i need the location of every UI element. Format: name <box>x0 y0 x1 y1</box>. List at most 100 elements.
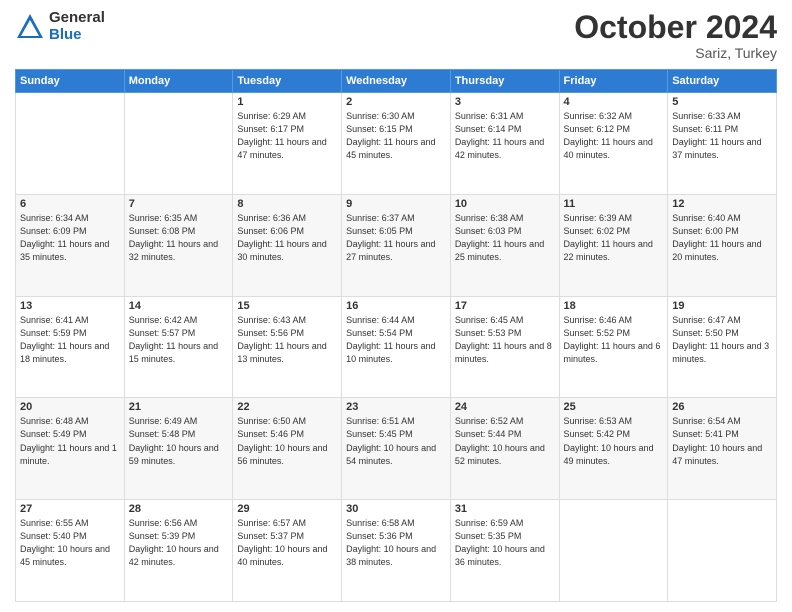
day-number: 19 <box>672 300 772 312</box>
day-info: Sunrise: 6:54 AMSunset: 5:41 PMDaylight:… <box>672 415 772 467</box>
col-thursday: Thursday <box>450 70 559 93</box>
week-row-5: 27Sunrise: 6:55 AMSunset: 5:40 PMDayligh… <box>16 500 777 602</box>
day-info: Sunrise: 6:55 AMSunset: 5:40 PMDaylight:… <box>20 517 120 569</box>
calendar-cell: 20Sunrise: 6:48 AMSunset: 5:49 PMDayligh… <box>16 398 125 500</box>
logo: General Blue <box>15 10 105 43</box>
day-info: Sunrise: 6:45 AMSunset: 5:53 PMDaylight:… <box>455 314 555 366</box>
header: General Blue October 2024 Sariz, Turkey <box>15 10 777 61</box>
day-info: Sunrise: 6:31 AMSunset: 6:14 PMDaylight:… <box>455 110 555 162</box>
day-number: 25 <box>564 401 664 413</box>
calendar-cell: 15 Sunrise: 6:43 AMSunset: 5:56 PMDayligh… <box>233 296 342 398</box>
day-info: Sunrise: 6:33 AMSunset: 6:11 PMDaylight:… <box>672 110 772 162</box>
calendar-cell: 21 Sunrise: 6:49 AMSunset: 5:48 PMDayligh… <box>124 398 233 500</box>
calendar-cell: 10 Sunrise: 6:38 AMSunset: 6:03 PMDayligh… <box>450 194 559 296</box>
day-number: 22 <box>237 401 337 413</box>
col-tuesday: Tuesday <box>233 70 342 93</box>
day-info: Sunrise: 6:34 AMSunset: 6:09 PMDaylight:… <box>20 212 120 264</box>
day-number: 7 <box>129 198 229 210</box>
day-number: 3 <box>455 96 555 108</box>
calendar-cell: 31 Sunrise: 6:59 AMSunset: 5:35 PMDayligh… <box>450 500 559 602</box>
day-info: Sunrise: 6:41 AMSunset: 5:59 PMDaylight:… <box>20 314 120 366</box>
calendar-cell: 2 Sunrise: 6:30 AMSunset: 6:15 PMDaylight… <box>342 93 451 195</box>
day-number: 4 <box>564 96 664 108</box>
header-row: Sunday Monday Tuesday Wednesday Thursday… <box>16 70 777 93</box>
day-info: Sunrise: 6:51 AMSunset: 5:45 PMDaylight:… <box>346 415 446 467</box>
calendar-cell: 1Sunrise: 6:29 AMSunset: 6:17 PMDaylight… <box>233 93 342 195</box>
day-number: 30 <box>346 503 446 515</box>
day-number: 26 <box>672 401 772 413</box>
calendar-cell: 16 Sunrise: 6:44 AMSunset: 5:54 PMDayligh… <box>342 296 451 398</box>
day-info: Sunrise: 6:42 AMSunset: 5:57 PMDaylight:… <box>129 314 229 366</box>
day-info: Sunrise: 6:29 AMSunset: 6:17 PMDaylight:… <box>237 110 337 162</box>
day-number: 6 <box>20 198 120 210</box>
day-number: 5 <box>672 96 772 108</box>
day-info: Sunrise: 6:38 AMSunset: 6:03 PMDaylight:… <box>455 212 555 264</box>
day-info: Sunrise: 6:36 AMSunset: 6:06 PMDaylight:… <box>237 212 337 264</box>
logo-text: General Blue <box>49 10 105 43</box>
day-info: Sunrise: 6:43 AMSunset: 5:56 PMDaylight:… <box>237 314 337 366</box>
calendar-cell: 3 Sunrise: 6:31 AMSunset: 6:14 PMDaylight… <box>450 93 559 195</box>
calendar-cell: 8 Sunrise: 6:36 AMSunset: 6:06 PMDaylight… <box>233 194 342 296</box>
page: General Blue October 2024 Sariz, Turkey … <box>0 0 792 612</box>
day-info: Sunrise: 6:44 AMSunset: 5:54 PMDaylight:… <box>346 314 446 366</box>
calendar-cell: 26 Sunrise: 6:54 AMSunset: 5:41 PMDayligh… <box>668 398 777 500</box>
calendar-cell: 12Sunrise: 6:40 AMSunset: 6:00 PMDayligh… <box>668 194 777 296</box>
day-info: Sunrise: 6:56 AMSunset: 5:39 PMDaylight:… <box>129 517 229 569</box>
day-number: 9 <box>346 198 446 210</box>
calendar-cell <box>559 500 668 602</box>
calendar-table: Sunday Monday Tuesday Wednesday Thursday… <box>15 69 777 602</box>
logo-icon <box>15 12 45 42</box>
calendar-cell: 7 Sunrise: 6:35 AMSunset: 6:08 PMDaylight… <box>124 194 233 296</box>
day-number: 16 <box>346 300 446 312</box>
day-info: Sunrise: 6:46 AMSunset: 5:52 PMDaylight:… <box>564 314 664 366</box>
day-number: 13 <box>20 300 120 312</box>
day-number: 31 <box>455 503 555 515</box>
day-number: 10 <box>455 198 555 210</box>
day-info: Sunrise: 6:59 AMSunset: 5:35 PMDaylight:… <box>455 517 555 569</box>
day-number: 17 <box>455 300 555 312</box>
day-info: Sunrise: 6:37 AMSunset: 6:05 PMDaylight:… <box>346 212 446 264</box>
calendar-cell: 6 Sunrise: 6:34 AMSunset: 6:09 PMDaylight… <box>16 194 125 296</box>
calendar-cell: 9 Sunrise: 6:37 AMSunset: 6:05 PMDaylight… <box>342 194 451 296</box>
calendar-cell: 28 Sunrise: 6:56 AMSunset: 5:39 PMDayligh… <box>124 500 233 602</box>
week-row-1: 1Sunrise: 6:29 AMSunset: 6:17 PMDaylight… <box>16 93 777 195</box>
day-info: Sunrise: 6:30 AMSunset: 6:15 PMDaylight:… <box>346 110 446 162</box>
day-number: 14 <box>129 300 229 312</box>
col-saturday: Saturday <box>668 70 777 93</box>
day-info: Sunrise: 6:49 AMSunset: 5:48 PMDaylight:… <box>129 415 229 467</box>
day-number: 12 <box>672 198 772 210</box>
day-number: 15 <box>237 300 337 312</box>
calendar-cell: 22 Sunrise: 6:50 AMSunset: 5:46 PMDayligh… <box>233 398 342 500</box>
day-number: 23 <box>346 401 446 413</box>
day-number: 8 <box>237 198 337 210</box>
day-number: 24 <box>455 401 555 413</box>
calendar-cell: 23 Sunrise: 6:51 AMSunset: 5:45 PMDayligh… <box>342 398 451 500</box>
day-number: 29 <box>237 503 337 515</box>
day-number: 11 <box>564 198 664 210</box>
month-title: October 2024 <box>574 10 777 45</box>
subtitle: Sariz, Turkey <box>574 45 777 61</box>
day-info: Sunrise: 6:35 AMSunset: 6:08 PMDaylight:… <box>129 212 229 264</box>
day-number: 18 <box>564 300 664 312</box>
week-row-3: 13 Sunrise: 6:41 AMSunset: 5:59 PMDayligh… <box>16 296 777 398</box>
calendar-cell: 14 Sunrise: 6:42 AMSunset: 5:57 PMDayligh… <box>124 296 233 398</box>
calendar-cell <box>16 93 125 195</box>
calendar-cell: 5 Sunrise: 6:33 AMSunset: 6:11 PMDaylight… <box>668 93 777 195</box>
day-info: Sunrise: 6:47 AMSunset: 5:50 PMDaylight:… <box>672 314 772 366</box>
day-number: 2 <box>346 96 446 108</box>
col-wednesday: Wednesday <box>342 70 451 93</box>
day-info: Sunrise: 6:50 AMSunset: 5:46 PMDaylight:… <box>237 415 337 467</box>
day-info: Sunrise: 6:58 AMSunset: 5:36 PMDaylight:… <box>346 517 446 569</box>
day-info: Sunrise: 6:39 AMSunset: 6:02 PMDaylight:… <box>564 212 664 264</box>
day-number: 28 <box>129 503 229 515</box>
calendar-cell: 30 Sunrise: 6:58 AMSunset: 5:36 PMDayligh… <box>342 500 451 602</box>
day-number: 21 <box>129 401 229 413</box>
day-info: Sunrise: 6:48 AMSunset: 5:49 PMDaylight:… <box>20 415 120 467</box>
calendar-cell: 4Sunrise: 6:32 AMSunset: 6:12 PMDaylight… <box>559 93 668 195</box>
calendar-cell: 25Sunrise: 6:53 AMSunset: 5:42 PMDayligh… <box>559 398 668 500</box>
calendar-cell: 11 Sunrise: 6:39 AMSunset: 6:02 PMDayligh… <box>559 194 668 296</box>
calendar-cell: 18 Sunrise: 6:46 AMSunset: 5:52 PMDayligh… <box>559 296 668 398</box>
calendar-cell: 13 Sunrise: 6:41 AMSunset: 5:59 PMDayligh… <box>16 296 125 398</box>
day-info: Sunrise: 6:57 AMSunset: 5:37 PMDaylight:… <box>237 517 337 569</box>
week-row-4: 20Sunrise: 6:48 AMSunset: 5:49 PMDayligh… <box>16 398 777 500</box>
